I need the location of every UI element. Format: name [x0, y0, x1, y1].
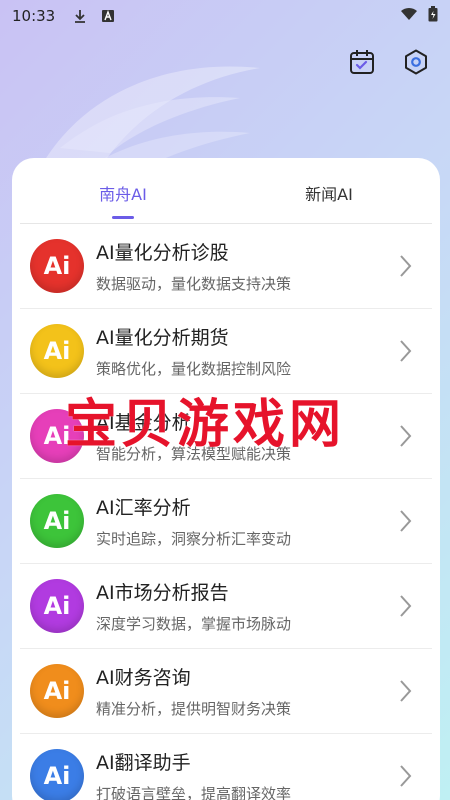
feature-list: Ai AI量化分析诊股 数据驱动，量化数据支持决策 Ai AI量化分析期货 策略… [12, 224, 440, 800]
settings-hex-icon [405, 49, 427, 75]
item-title: AI财务咨询 [96, 667, 191, 689]
watermark-text: 宝贝游戏网 [65, 394, 346, 455]
chevron-right-icon [400, 680, 412, 702]
keyboard-a-icon [101, 9, 115, 23]
ai-orange-icon: Ai [30, 664, 84, 718]
chevron-right-icon [400, 595, 412, 617]
download-icon [73, 9, 87, 23]
item-subtitle: 精准分析，提供明智财务决策 [96, 700, 292, 718]
item-subtitle: 打破语言壁垒，提高翻译效率 [96, 785, 292, 800]
settings-button[interactable] [400, 46, 432, 78]
list-item-market-report[interactable]: Ai AI市场分析报告 深度学习数据，掌握市场脉动 [20, 564, 432, 649]
tab-bar: 南舟AI 新闻AI [20, 158, 432, 224]
battery-icon [428, 6, 438, 26]
chevron-right-icon [400, 340, 412, 362]
chevron-right-icon [400, 255, 412, 277]
calendar-check-icon [350, 50, 374, 74]
tab-nanzhou-ai[interactable]: 南舟AI [20, 177, 226, 219]
item-subtitle: 实时追踪，洞察分析汇率变动 [96, 530, 292, 548]
item-subtitle: 数据驱动，量化数据支持决策 [96, 275, 292, 293]
tab-news-ai[interactable]: 新闻AI [226, 177, 432, 205]
list-item-exchange-rate[interactable]: Ai AI汇率分析 实时追踪，洞察分析汇率变动 [20, 479, 432, 564]
tab-active-indicator [112, 215, 134, 219]
ai-green-icon: Ai [30, 494, 84, 548]
status-time: 10:33 [12, 7, 56, 25]
item-title: AI量化分析期货 [96, 327, 229, 349]
ai-purple-icon: Ai [30, 579, 84, 633]
ai-blue-icon: Ai [30, 749, 84, 800]
list-item-finance-consult[interactable]: Ai AI财务咨询 精准分析，提供明智财务决策 [20, 649, 432, 734]
ai-red-icon: Ai [30, 239, 84, 293]
list-item-translation[interactable]: Ai AI翻译助手 打破语言壁垒，提高翻译效率 [20, 734, 432, 800]
wifi-icon [400, 7, 418, 25]
chevron-right-icon [400, 510, 412, 532]
tab-label: 南舟AI [99, 184, 147, 204]
ai-yellow-icon: Ai [30, 324, 84, 378]
main-card: 南舟AI 新闻AI Ai AI量化分析诊股 数据驱动，量化数据支持决策 Ai A… [12, 158, 440, 800]
background-wave-logo [40, 66, 260, 176]
status-bar: 10:33 [0, 0, 450, 32]
list-item-stock-analysis[interactable]: Ai AI量化分析诊股 数据驱动，量化数据支持决策 [20, 224, 432, 309]
header-actions [346, 46, 432, 78]
item-title: AI市场分析报告 [96, 582, 229, 604]
item-title: AI量化分析诊股 [96, 242, 229, 264]
chevron-right-icon [400, 765, 412, 787]
chevron-right-icon [400, 425, 412, 447]
item-title: AI汇率分析 [96, 497, 191, 519]
tab-label: 新闻AI [305, 184, 353, 204]
item-subtitle: 深度学习数据，掌握市场脉动 [96, 615, 292, 633]
item-title: AI翻译助手 [96, 752, 191, 774]
item-subtitle: 策略优化，量化数据控制风险 [96, 360, 292, 378]
calendar-check-button[interactable] [346, 46, 378, 78]
